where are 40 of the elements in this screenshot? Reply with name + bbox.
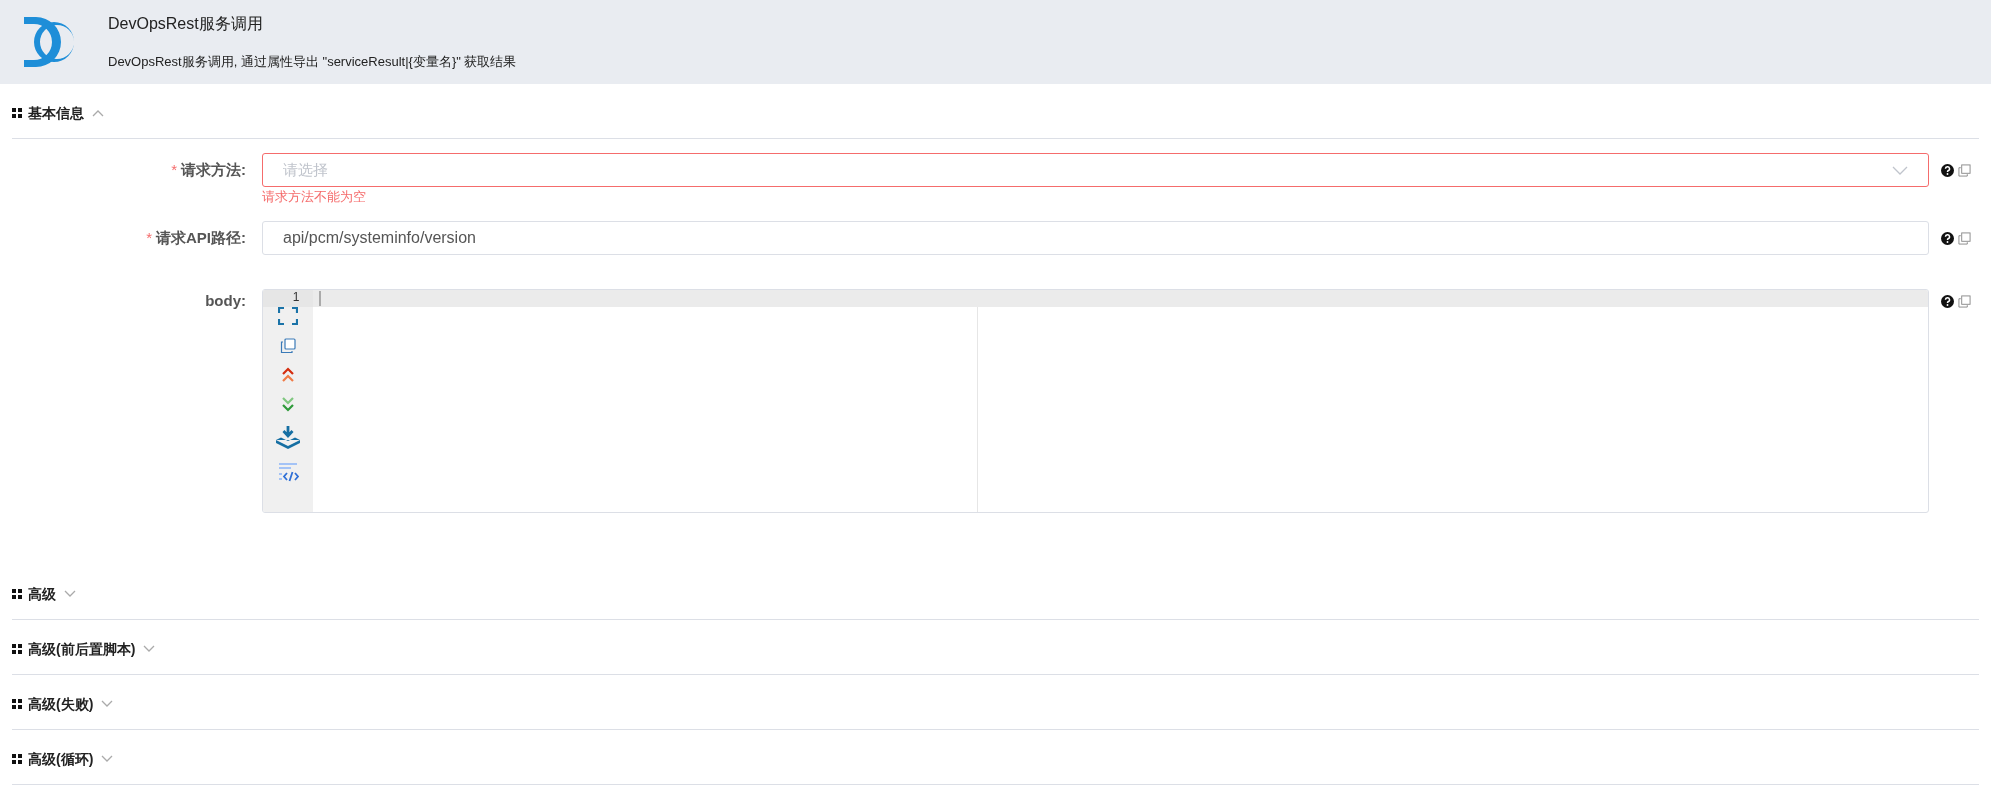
logo-icon (22, 15, 74, 69)
field-label: 请求API路径: (156, 227, 246, 248)
chevron-down-icon (1892, 165, 1908, 175)
expand-all-icon[interactable] (281, 396, 295, 412)
chevron-down-icon[interactable] (101, 755, 114, 763)
code-editor[interactable]: 1 (262, 289, 1929, 513)
fullscreen-icon[interactable] (278, 307, 298, 325)
chevron-down-icon[interactable] (143, 645, 156, 653)
select-placeholder: 请选择 (283, 159, 328, 180)
copy-icon[interactable] (280, 338, 296, 354)
required-mark: * (171, 159, 177, 180)
help-icon[interactable] (1941, 294, 1954, 308)
collapse-all-icon[interactable] (281, 367, 295, 383)
help-icon[interactable] (1941, 163, 1954, 177)
grid-icon (12, 699, 22, 709)
chevron-down-icon[interactable] (64, 590, 76, 598)
field-label: body: (205, 290, 246, 311)
download-icon[interactable] (275, 425, 301, 449)
section-title[interactable]: 基本信息 (28, 102, 84, 124)
text-cursor (319, 291, 321, 306)
section-title[interactable]: 高级(失败) (28, 693, 94, 715)
error-message: 请求方法不能为空 (262, 189, 366, 205)
input-field[interactable]: api/pcm/systeminfo/version (262, 221, 1929, 255)
format-code-icon[interactable] (276, 462, 300, 484)
grid-icon (12, 754, 22, 764)
grid-icon (12, 644, 22, 654)
grid-icon (12, 589, 22, 599)
section-title[interactable]: 高级(循环) (28, 748, 94, 770)
section-title[interactable]: 高级 (28, 583, 56, 605)
line-number: 1 (292, 290, 300, 304)
grid-icon (12, 108, 22, 118)
page-subtitle: DevOpsRest服务调用, 通过属性导出 "serviceResult|{变量名}" 获取结果 (108, 53, 517, 72)
help-icon[interactable] (1941, 231, 1954, 245)
required-mark: * (146, 227, 152, 248)
section-title[interactable]: 高级(前后置脚本) (28, 638, 136, 660)
chevron-down-icon[interactable] (101, 700, 114, 708)
field-label: 请求方法: (181, 159, 246, 180)
chevron-up-icon[interactable] (92, 109, 104, 117)
input-value: api/pcm/systeminfo/version (283, 228, 476, 248)
page-title: DevOpsRest服务调用 (108, 14, 264, 35)
